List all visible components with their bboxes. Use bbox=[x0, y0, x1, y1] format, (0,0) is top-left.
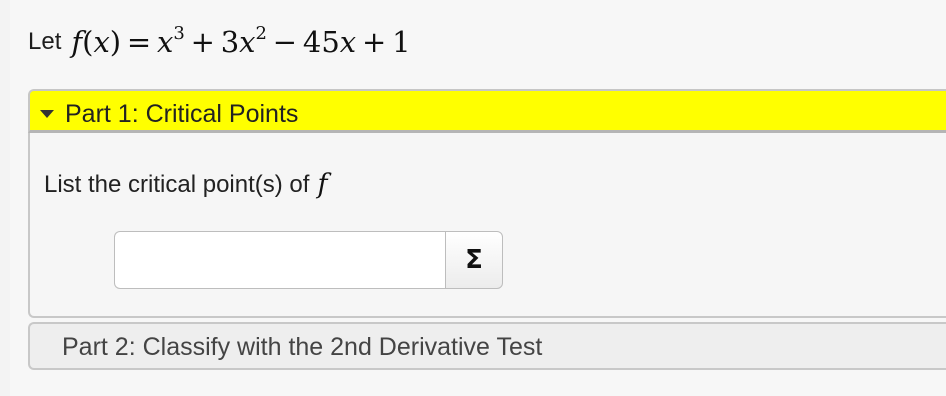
sigma-icon: Σ bbox=[465, 245, 483, 275]
page-margin bbox=[0, 0, 10, 396]
operator-plus-2: + bbox=[361, 25, 387, 59]
term1-exponent: 3 bbox=[173, 23, 185, 44]
operator-minus: − bbox=[272, 25, 298, 59]
operator-plus-1: + bbox=[190, 25, 215, 59]
prompt-function-name: f bbox=[317, 169, 328, 200]
term2-coefficient: 3 bbox=[220, 25, 240, 59]
term2-exponent: 2 bbox=[255, 23, 267, 44]
term2-base: x bbox=[239, 25, 256, 59]
let-label: Let bbox=[28, 28, 62, 55]
part1-title: Part 1: Critical Points bbox=[65, 100, 299, 128]
triangle-down-icon bbox=[40, 110, 54, 118]
function-name: f bbox=[71, 25, 83, 59]
critical-points-input[interactable] bbox=[114, 231, 446, 289]
term3-coefficient: 45 bbox=[302, 25, 340, 59]
term1-base: x bbox=[157, 25, 174, 59]
problem-statement: Let f(x) = x3 + 3x2 − 45x + 1 bbox=[28, 22, 411, 62]
constant-term: 1 bbox=[392, 25, 411, 59]
equation-editor-button[interactable]: Σ bbox=[445, 231, 503, 289]
function-variable: x bbox=[93, 25, 110, 59]
part1-body: List the critical point(s) of f Σ bbox=[28, 133, 946, 318]
part2-header[interactable]: Part 2: Classify with the 2nd Derivative… bbox=[28, 322, 946, 370]
part2-title: Part 2: Classify with the 2nd Derivative… bbox=[62, 333, 543, 361]
term3-base: x bbox=[339, 25, 357, 59]
prompt-text: List the critical point(s) of bbox=[44, 170, 310, 198]
part1-prompt: List the critical point(s) of f bbox=[44, 169, 327, 200]
part1-header[interactable]: Part 1: Critical Points bbox=[28, 89, 946, 133]
function-definition: f(x) = x3 + 3x2 − 45x + 1 bbox=[71, 23, 411, 60]
